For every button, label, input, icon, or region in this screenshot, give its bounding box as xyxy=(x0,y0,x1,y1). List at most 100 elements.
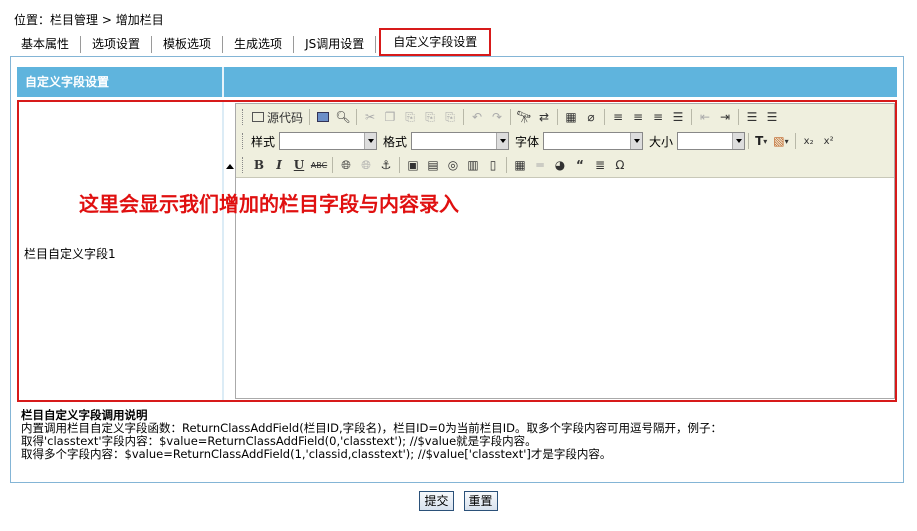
tab-basic[interactable]: 基本属性 xyxy=(10,33,80,56)
size-label: 大小 xyxy=(649,134,674,149)
toolbar-separator xyxy=(557,109,559,125)
toolbar-separator xyxy=(332,157,333,173)
special-char-icon[interactable]: Ω xyxy=(610,155,630,175)
align-justify-icon[interactable]: ☰ xyxy=(668,107,688,127)
form-actions: 提交 重置 xyxy=(0,491,917,511)
tab-options[interactable]: 选项设置 xyxy=(81,33,151,56)
indent-icon[interactable]: ⇥ xyxy=(715,107,735,127)
media-icon[interactable]: ◎ xyxy=(443,155,463,175)
preview-icon[interactable]: 🔍︎ xyxy=(333,107,353,127)
redo-icon[interactable]: ↷ xyxy=(487,107,507,127)
unordered-list-icon[interactable]: ☰ xyxy=(762,107,782,127)
image-icon[interactable]: ▣ xyxy=(403,155,423,175)
subscript-icon[interactable]: x₂ xyxy=(799,131,819,151)
tab-generate[interactable]: 生成选项 xyxy=(223,33,293,56)
unlink-icon[interactable]: 🌐︎ xyxy=(356,155,376,175)
strikethrough-icon[interactable]: ABC xyxy=(309,155,329,175)
toolbar-row-2: 样式 格式 字体 大小 T ▾ ▧ ▾ x₂ x² xyxy=(242,130,839,152)
breadcrumb-path: 栏目管理 > 增加栏目 xyxy=(50,13,164,27)
font-label: 字体 xyxy=(515,134,540,149)
page-break-icon[interactable]: ≣ xyxy=(590,155,610,175)
align-left-icon[interactable]: ≡ xyxy=(608,107,628,127)
find-icon[interactable]: 🔭︎ xyxy=(514,107,534,127)
help-line-3: 取得多个字段内容：$value=ReturnClassAddField(1,'c… xyxy=(21,447,612,461)
tab-custom-fields[interactable]: 自定义字段设置 xyxy=(379,28,492,56)
ordered-list-icon[interactable]: ☰ xyxy=(742,107,762,127)
italic-icon[interactable]: I xyxy=(269,155,289,175)
toolbar-separator xyxy=(399,157,400,173)
tab-template[interactable]: 模板选项 xyxy=(152,33,222,56)
flash-icon[interactable]: ▤ xyxy=(423,155,443,175)
rich-text-editor: 源代码 🔍︎ ✂ ❐ ⎘ ⎘ ⎘ ↶ ↷ 🔭︎ ⇄ ▦ ⌀ ≡ ≡ ≡ ☰ ⇤ … xyxy=(79,103,895,399)
format-select[interactable] xyxy=(411,132,510,150)
toolbar-separator xyxy=(510,109,512,125)
quote-icon[interactable]: “ xyxy=(570,155,590,175)
anchor-icon[interactable]: ⚓ xyxy=(376,155,396,175)
paste-word-icon[interactable]: ⎘ xyxy=(440,107,460,127)
file-icon[interactable]: ▥ xyxy=(463,155,483,175)
tab-divider xyxy=(375,36,377,53)
bold-icon[interactable]: B xyxy=(249,155,269,175)
undo-icon[interactable]: ↶ xyxy=(467,107,487,127)
table-icon[interactable]: ▦ xyxy=(510,155,530,175)
bg-color-icon[interactable]: ▧ ▾ xyxy=(770,131,791,151)
select-all-icon[interactable]: ▦ xyxy=(561,107,581,127)
toolbar-separator xyxy=(738,109,740,125)
font-select[interactable] xyxy=(543,132,644,150)
tab-js[interactable]: JS调用设置 xyxy=(294,33,375,56)
custom-field-row: 栏目自定义字段1 源代码 🔍︎ ✂ ❐ ⎘ ⎘ ⎘ ↶ ↷ 🔭︎ ⇄ ▦ ⌀ ≡… xyxy=(17,100,897,402)
tab-bar: 基本属性 选项设置 模板选项 生成选项 JS调用设置 自定义字段设置 xyxy=(10,28,492,56)
link-icon[interactable]: 🌐︎ xyxy=(336,155,356,175)
chevron-down-icon xyxy=(736,139,743,143)
toolbar-grip xyxy=(242,133,245,149)
toolbar-separator xyxy=(794,133,796,149)
toolbar-separator xyxy=(506,157,507,173)
panel-header: 自定义字段设置 xyxy=(17,67,897,97)
toolbar-collapse-icon[interactable] xyxy=(226,164,234,169)
paste-icon[interactable]: ⎘ xyxy=(400,107,420,127)
toolbar-separator xyxy=(691,109,693,125)
copy-icon[interactable]: ❐ xyxy=(380,107,400,127)
custom-fields-panel: 自定义字段设置 栏目自定义字段1 源代码 🔍︎ ✂ ❐ ⎘ ⎘ ⎘ ↶ ↷ 🔭︎… xyxy=(10,56,904,483)
smiley-icon[interactable]: ◕ xyxy=(550,155,570,175)
save-icon[interactable] xyxy=(313,107,333,127)
size-select[interactable] xyxy=(677,132,746,150)
format-label: 格式 xyxy=(383,134,408,149)
chevron-down-icon xyxy=(368,139,375,143)
source-button[interactable]: 源代码 xyxy=(249,107,306,127)
annotation-text: 这里会显示我们增加的栏目字段与内容录入 xyxy=(79,192,459,216)
source-icon xyxy=(252,112,264,122)
toolbar-grip xyxy=(242,109,245,125)
cut-icon[interactable]: ✂ xyxy=(360,107,380,127)
panel-title: 自定义字段设置 xyxy=(25,75,110,89)
editor-content-area[interactable]: 这里会显示我们增加的栏目字段与内容录入 xyxy=(79,179,894,398)
replace-icon[interactable]: ⇄ xyxy=(534,107,554,127)
toolbar-separator xyxy=(309,109,311,125)
text-color-icon[interactable]: T ▾ xyxy=(752,131,770,151)
chevron-down-icon xyxy=(500,139,507,143)
header-divider xyxy=(222,67,224,97)
style-label: 样式 xyxy=(251,134,276,149)
submit-button[interactable]: 提交 xyxy=(419,491,454,511)
reset-button[interactable]: 重置 xyxy=(463,491,498,511)
toolbar-separator xyxy=(463,109,465,125)
underline-icon[interactable]: U xyxy=(289,155,309,175)
paste-text-icon[interactable]: ⎘ xyxy=(420,107,440,127)
toolbar-separator xyxy=(748,133,750,149)
horizontal-rule-icon[interactable]: ═ xyxy=(530,155,550,175)
align-center-icon[interactable]: ≡ xyxy=(628,107,648,127)
new-page-icon[interactable]: ▯ xyxy=(483,155,503,175)
remove-format-icon[interactable]: ⌀ xyxy=(581,107,601,127)
style-select[interactable] xyxy=(279,132,378,150)
chevron-down-icon xyxy=(634,139,641,143)
source-label: 源代码 xyxy=(267,110,304,125)
toolbar-separator xyxy=(604,109,606,125)
toolbar-row-1: 源代码 🔍︎ ✂ ❐ ⎘ ⎘ ⎘ ↶ ↷ 🔭︎ ⇄ ▦ ⌀ ≡ ≡ ≡ ☰ ⇤ … xyxy=(242,106,782,128)
superscript-icon[interactable]: x² xyxy=(819,131,839,151)
field-label: 栏目自定义字段1 xyxy=(24,247,116,261)
align-right-icon[interactable]: ≡ xyxy=(648,107,668,127)
editor-toolbar: 源代码 🔍︎ ✂ ❐ ⎘ ⎘ ⎘ ↶ ↷ 🔭︎ ⇄ ▦ ⌀ ≡ ≡ ≡ ☰ ⇤ … xyxy=(236,104,894,178)
toolbar-grip xyxy=(242,157,245,173)
toolbar-separator xyxy=(356,109,358,125)
outdent-icon[interactable]: ⇤ xyxy=(695,107,715,127)
